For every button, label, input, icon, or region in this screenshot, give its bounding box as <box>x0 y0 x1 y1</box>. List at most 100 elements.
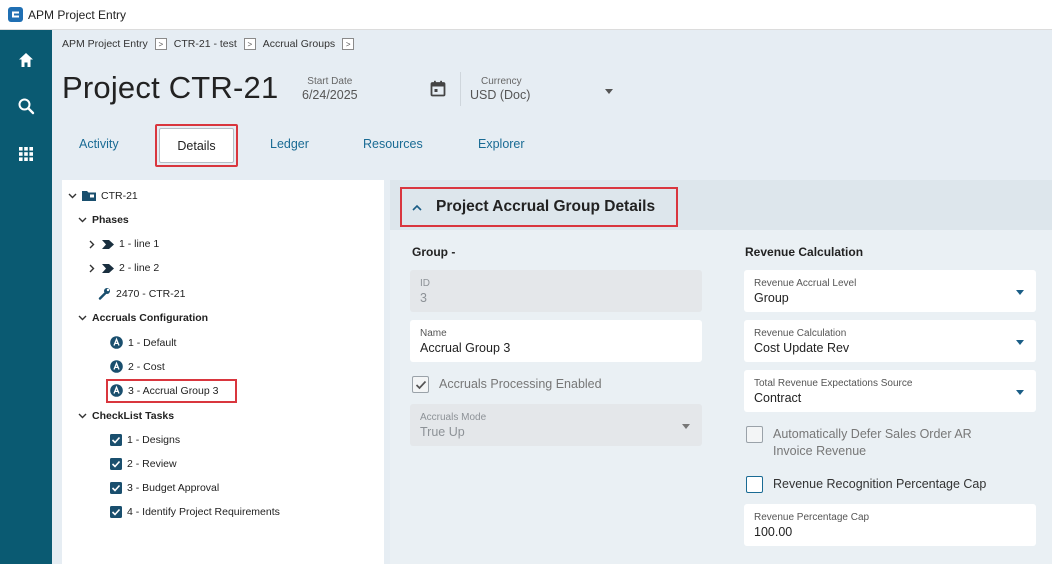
total-revenue-expectations-select[interactable]: Total Revenue Expectations Source Contra… <box>744 370 1036 412</box>
revenue-calculation-select[interactable]: Revenue Calculation Cost Update Rev <box>744 320 1036 362</box>
main-content: APM Project Entry > CTR-21 - test > Accr… <box>52 30 1052 564</box>
phase-icon <box>102 239 114 249</box>
chevron-right-icon: > <box>243 38 256 50</box>
details-header-highlight[interactable]: Project Accrual Group Details <box>400 187 678 227</box>
revenue-percentage-cap-label: Revenue Percentage Cap <box>754 512 870 523</box>
chevron-down-icon[interactable] <box>605 89 613 94</box>
tab-explorer[interactable]: Explorer <box>478 137 525 151</box>
details-header-title: Project Accrual Group Details <box>436 198 656 215</box>
chevron-up-icon[interactable] <box>412 204 422 211</box>
details-header: Project Accrual Group Details <box>390 180 1052 230</box>
breadcrumb-item[interactable]: APM Project Entry <box>62 38 148 50</box>
tab-details[interactable]: Details <box>159 128 234 163</box>
checked-box-icon <box>110 482 122 494</box>
auto-defer-checkbox[interactable]: Automatically Defer Sales Order AR Invoi… <box>746 426 972 460</box>
tree-task-label: 4 - Identify Project Requirements <box>127 506 280 518</box>
revenue-calculation-label: Revenue Calculation <box>754 328 847 339</box>
tree-node-resource[interactable]: 2470 - CTR-21 <box>98 287 185 300</box>
revenue-recognition-cap-label: Revenue Recognition Percentage Cap <box>773 477 987 491</box>
revenue-percentage-cap-value: 100.00 <box>754 525 793 539</box>
total-revenue-expectations-label: Total Revenue Expectations Source <box>754 378 913 389</box>
tree-node-phases[interactable]: Phases <box>76 214 129 226</box>
breadcrumb-item[interactable]: Accrual Groups <box>263 38 335 50</box>
breadcrumb-item[interactable]: CTR-21 - test <box>174 38 237 50</box>
chevron-down-icon[interactable] <box>1016 390 1024 395</box>
tree-resource-label: 2470 - CTR-21 <box>116 287 186 300</box>
tab-ledger[interactable]: Ledger <box>270 137 309 151</box>
tree-node-accrual[interactable]: 1 - Default <box>110 336 176 349</box>
tab-resources[interactable]: Resources <box>363 137 423 151</box>
chevron-down-icon[interactable] <box>1016 340 1024 345</box>
selection-highlight-box <box>106 379 237 403</box>
id-field: ID 3 <box>410 270 702 312</box>
tree-task-label: 1 - Designs <box>127 434 181 446</box>
accruals-processing-checkbox[interactable]: Accruals Processing Enabled <box>412 376 602 393</box>
accrual-icon <box>110 360 123 373</box>
tree-node-phase[interactable]: 1 - line 1 <box>86 238 159 250</box>
unchecked-box-icon[interactable] <box>746 426 763 443</box>
chevron-down-icon[interactable] <box>66 193 78 199</box>
wrench-icon <box>98 287 111 300</box>
tree-accrual-label: 1 - Default <box>128 336 177 349</box>
currency-label: Currency <box>481 76 522 87</box>
auto-defer-label-line1: Automatically Defer Sales Order AR <box>773 427 972 441</box>
chevron-right-icon: > <box>154 38 167 50</box>
revenue-percentage-cap-field[interactable]: Revenue Percentage Cap 100.00 <box>744 504 1036 546</box>
accruals-mode-value: True Up <box>420 425 465 439</box>
chevron-down-icon <box>682 424 690 429</box>
details-body: Group - ID 3 Name Accrual Group 3 Accrua… <box>390 230 1052 564</box>
currency-field[interactable]: Currency USD (Doc) <box>470 76 530 102</box>
tree-node-task[interactable]: 3 - Budget Approval <box>110 482 219 494</box>
tree-node-accrual[interactable]: 2 - Cost <box>110 360 165 373</box>
chevron-right-icon[interactable] <box>86 240 98 249</box>
checked-box-icon <box>110 434 122 446</box>
auto-defer-label-line2: Invoice Revenue <box>773 444 867 458</box>
revenue-accrual-level-label: Revenue Accrual Level <box>754 278 857 289</box>
chevron-down-icon[interactable] <box>1016 290 1024 295</box>
tree-checklist-label: CheckList Tasks <box>92 410 175 422</box>
tree-accrual-label: 2 - Cost <box>128 360 165 373</box>
tree-node-checklist[interactable]: CheckList Tasks <box>76 410 174 422</box>
tree-accruals-label: Accruals Configuration <box>92 312 209 324</box>
tree-task-label: 3 - Budget Approval <box>127 482 220 494</box>
calendar-button[interactable] <box>430 80 446 102</box>
chevron-down-icon[interactable] <box>76 315 88 321</box>
revenue-recognition-cap-checkbox[interactable]: Revenue Recognition Percentage Cap <box>746 476 986 493</box>
search-button[interactable] <box>0 86 52 126</box>
checked-box-icon[interactable] <box>412 376 429 393</box>
start-date-field[interactable]: Start Date 6/24/2025 <box>302 76 358 102</box>
chevron-down-icon[interactable] <box>76 217 88 223</box>
phase-icon <box>102 263 114 273</box>
tree-node-task[interactable]: 1 - Designs <box>110 434 180 446</box>
home-button[interactable] <box>0 40 52 80</box>
tree-node-task[interactable]: 2 - Review <box>110 458 177 470</box>
page-title: Project CTR-21 <box>62 70 279 105</box>
unchecked-box-icon[interactable] <box>746 476 763 493</box>
tree-node-task[interactable]: 4 - Identify Project Requirements <box>110 506 280 518</box>
tree-node-phase[interactable]: 2 - line 2 <box>86 262 159 274</box>
tree-node-accruals[interactable]: Accruals Configuration <box>76 312 208 324</box>
id-label: ID <box>420 278 430 289</box>
revenue-section-title: Revenue Calculation <box>745 245 864 259</box>
accrual-icon <box>110 336 123 349</box>
apps-grid-icon <box>19 147 33 161</box>
tab-activity[interactable]: Activity <box>79 137 119 151</box>
checked-box-icon <box>110 506 122 518</box>
accruals-processing-label: Accruals Processing Enabled <box>439 377 602 391</box>
window-title: APM Project Entry <box>28 7 127 22</box>
chevron-down-icon[interactable] <box>76 413 88 419</box>
revenue-calculation-value: Cost Update Rev <box>754 341 850 355</box>
breadcrumb: APM Project Entry > CTR-21 - test > Accr… <box>62 38 357 50</box>
name-label: Name <box>420 328 447 339</box>
folder-icon <box>82 191 96 201</box>
accruals-mode-label: Accruals Mode <box>420 412 487 423</box>
revenue-accrual-level-select[interactable]: Revenue Accrual Level Group <box>744 270 1036 312</box>
accruals-mode-select: Accruals Mode True Up <box>410 404 702 446</box>
chevron-right-icon[interactable] <box>86 264 98 273</box>
apps-button[interactable] <box>0 134 52 174</box>
tree-root-label: CTR-21 <box>101 190 138 202</box>
name-field[interactable]: Name Accrual Group 3 <box>410 320 702 362</box>
tree-node-root[interactable]: CTR-21 <box>66 190 138 202</box>
checked-box-icon <box>110 458 122 470</box>
tree-task-label: 2 - Review <box>127 458 177 470</box>
